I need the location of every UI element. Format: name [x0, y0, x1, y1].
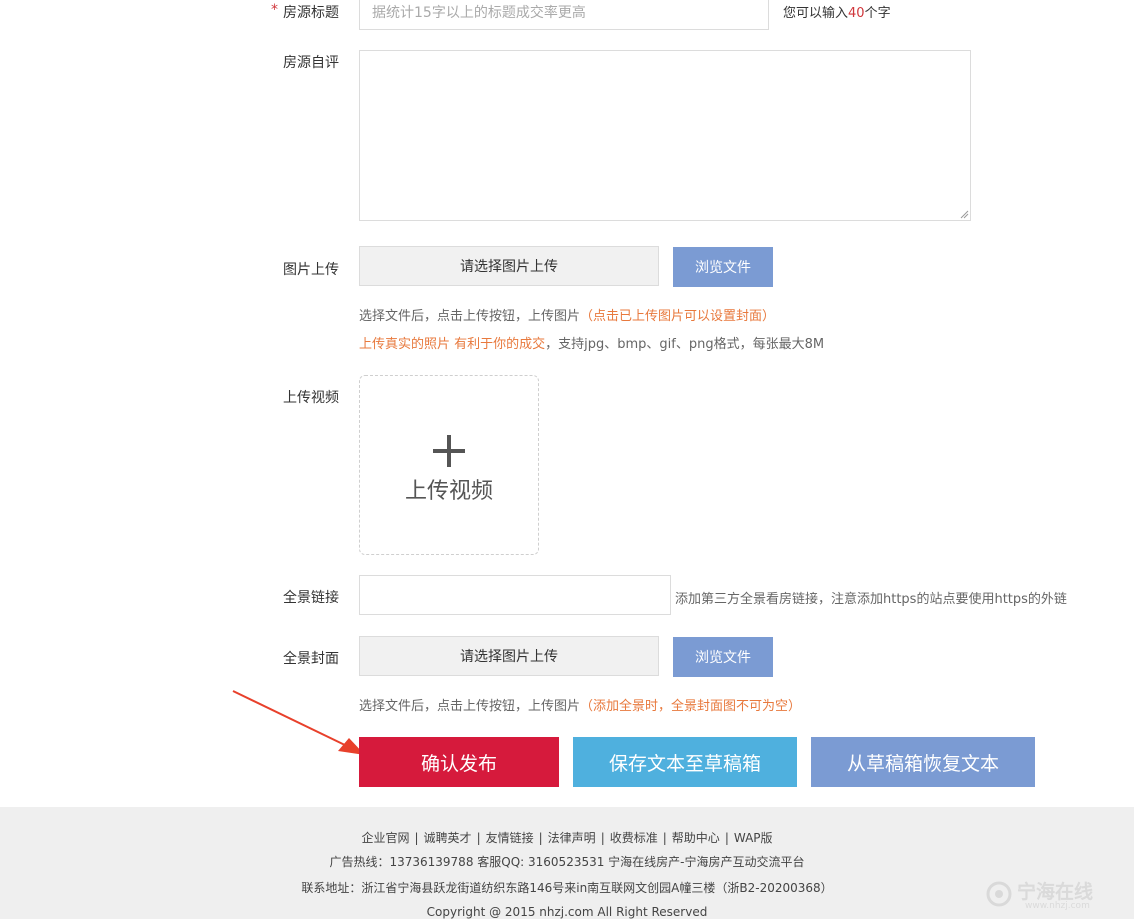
footer-link[interactable]: WAP版	[734, 831, 773, 845]
footer-copyright: Copyright @ 2015 nhzj.com All Right Rese…	[426, 905, 708, 919]
panorama-cover-hint: 选择文件后，点击上传按钮，上传图片（添加全景时，全景封面图不可为空）	[359, 695, 801, 714]
panorama-browse-button[interactable]: 浏览文件	[673, 637, 773, 677]
image-file-box[interactable]: 请选择图片上传	[359, 246, 659, 286]
title-label: 房源标题	[283, 5, 339, 21]
arrow-pointer-icon	[232, 690, 365, 755]
title-placeholder: 据统计15字以上的标题成交率更高	[372, 5, 586, 21]
footer-link-separator: |	[600, 831, 605, 845]
image-upload-label: 图片上传	[283, 262, 339, 278]
panorama-cover-hint-main: 选择文件后，点击上传按钮，上传图片	[359, 699, 581, 714]
title-hint-suffix: 个字	[864, 6, 891, 21]
required-mark: *	[271, 2, 278, 18]
panorama-cover-label: 全景封面	[283, 651, 339, 667]
site-logo-icon	[986, 881, 1012, 907]
footer-address: 联系地址：浙江省宁海县跃龙街道纺织东路146号来in南互联网文创园A幢三楼（浙B…	[301, 881, 833, 895]
watermark-text: 宁海在线	[1017, 881, 1094, 903]
review-textarea[interactable]	[359, 50, 971, 221]
image-hint-2-note: 上传真实的照片 有利于你的成交	[359, 337, 546, 352]
image-hint-2: 上传真实的照片 有利于你的成交，支持jpg、bmp、gif、png格式，每张最大…	[359, 333, 824, 352]
footer-link[interactable]: 收费标准	[610, 831, 658, 845]
review-label: 房源自评	[283, 55, 339, 71]
image-hint-1-note: （点击已上传图片可以设置封面）	[580, 309, 776, 324]
panorama-file-box[interactable]: 请选择图片上传	[359, 636, 659, 676]
site-watermark: 宁海在线 www.nhzj.com	[985, 877, 1125, 913]
publish-button[interactable]: 确认发布	[359, 737, 559, 787]
footer-link-separator: |	[538, 831, 543, 845]
image-hint-1: 选择文件后，点击上传按钮，上传图片（点击已上传图片可以设置封面）	[359, 305, 775, 324]
panorama-link-hint: 添加第三方全景看房链接，注意添加https的站点要使用https的外链	[675, 592, 1067, 607]
video-upload-label: 上传视频	[283, 390, 339, 406]
footer-link[interactable]: 企业官网	[361, 831, 409, 845]
footer-link-separator: |	[414, 831, 419, 845]
footer-link[interactable]: 帮助中心	[672, 831, 720, 845]
restore-draft-button[interactable]: 从草稿箱恢复文本	[811, 737, 1035, 787]
save-draft-button[interactable]: 保存文本至草稿箱	[573, 737, 797, 787]
panorama-link-label: 全景链接	[283, 590, 339, 606]
image-hint-2-main: ，支持jpg、bmp、gif、png格式，每张最大8M	[545, 337, 825, 352]
footer-links: 企业官网 | 诚聘英才 | 友情链接 | 法律声明 | 收费标准 | 帮助中心 | WAP版	[0, 827, 1134, 846]
title-input[interactable]: 据统计15字以上的标题成交率更高	[359, 0, 769, 30]
video-upload-box[interactable]: 上传视频	[359, 375, 539, 555]
image-browse-button[interactable]: 浏览文件	[673, 247, 773, 287]
panorama-link-input[interactable]	[359, 575, 671, 615]
footer-link[interactable]: 法律声明	[548, 831, 596, 845]
footer-link-separator: |	[476, 831, 481, 845]
footer-link[interactable]: 友情链接	[486, 831, 534, 845]
title-hint-count: 40	[848, 6, 865, 21]
footer: 企业官网 | 诚聘英才 | 友情链接 | 法律声明 | 收费标准 | 帮助中心 | WAP版 广告热线：…	[0, 807, 1134, 919]
footer-link-separator: |	[662, 831, 667, 845]
footer-hotline: 广告热线：13736139788 客服QQ: 3160523531 宁海在线房产…	[329, 855, 805, 869]
plus-icon	[433, 435, 465, 467]
resize-handle-icon[interactable]	[960, 210, 969, 219]
title-hint-prefix: 您可以输入	[783, 6, 849, 21]
panorama-cover-hint-note: （添加全景时，全景封面图不可为空）	[580, 699, 802, 714]
image-hint-1-main: 选择文件后，点击上传按钮，上传图片	[359, 309, 581, 324]
footer-link[interactable]: 诚聘英才	[424, 831, 472, 845]
video-upload-text: 上传视频	[404, 479, 493, 504]
title-hint: 您可以输入40个字	[783, 2, 891, 21]
footer-link-separator: |	[724, 831, 729, 845]
watermark-url: www.nhzj.com	[1025, 901, 1090, 911]
